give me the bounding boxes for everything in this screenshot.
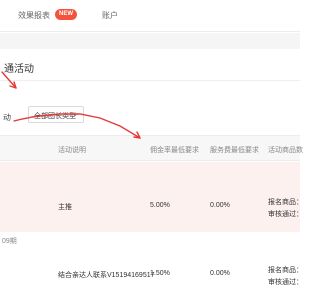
page-title: 通活动 <box>4 64 34 75</box>
column-header-goods-count: 活动商品数 <box>268 147 303 154</box>
select-value: 全部团长类型 <box>34 113 76 120</box>
tab-account[interactable]: 账户 <box>102 10 118 21</box>
section-gap <box>0 33 300 49</box>
chevron-down-icon <box>73 113 78 117</box>
row-description: 主推 <box>58 204 72 211</box>
row-service-fee: 0.00% <box>210 202 230 209</box>
table-row[interactable]: 主推 5.00% 0.00% 报名商品： 审核通过： <box>0 162 303 232</box>
column-header-description: 活动说明 <box>58 147 86 154</box>
filter-label: 动 <box>3 113 11 122</box>
row-goods-registered: 报名商品： <box>268 199 303 206</box>
row-period-label: 09期 <box>2 238 17 245</box>
new-badge: NEW <box>55 9 77 20</box>
row-service-fee: 0.00% <box>210 270 230 277</box>
row-goods-registered: 报名商品： <box>268 267 303 274</box>
leader-type-select[interactable]: 全部团长类型 <box>28 106 84 123</box>
row-commission: 5.00% <box>150 202 170 209</box>
column-header-commission: 佣金率最低要求 <box>150 147 199 154</box>
table-header: 活动说明 佣金率最低要求 服务费最低要求 活动商品数 <box>0 135 303 161</box>
top-tab-bar: 效果报表 NEW 账户 <box>0 0 300 32</box>
tab-effect-report[interactable]: 效果报表 <box>18 10 50 21</box>
table-row[interactable]: 09期 结合亲达人联系V15194169517 1.50% 0.00% 报名商品… <box>0 232 303 300</box>
row-goods-approved: 审核通过： <box>268 211 303 218</box>
row-commission: 1.50% <box>150 270 170 277</box>
column-header-service-fee: 服务费最低要求 <box>210 147 259 154</box>
page-header: 通活动 <box>0 49 300 81</box>
row-goods-approved: 审核通过： <box>268 279 303 286</box>
row-description: 结合亲达人联系V15194169517 <box>58 272 155 279</box>
